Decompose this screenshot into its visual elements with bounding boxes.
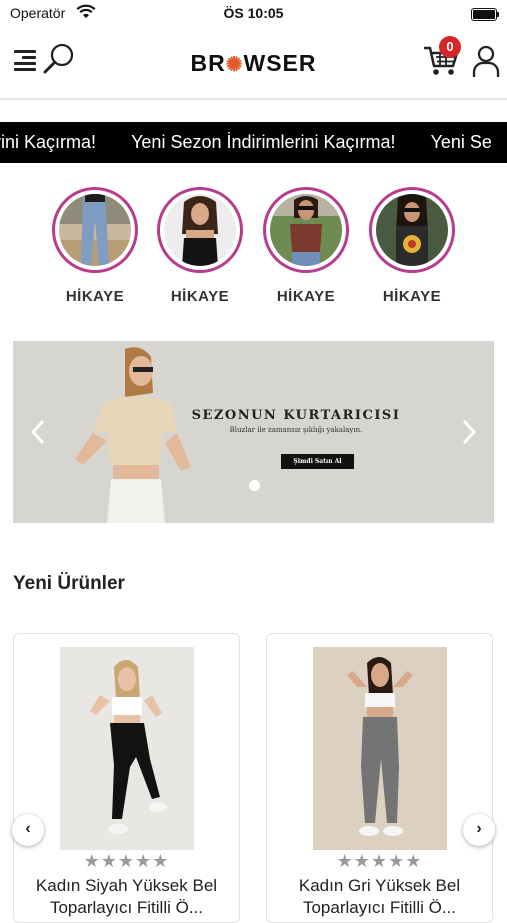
- story-ring: [263, 187, 349, 273]
- cart-count-badge: 0: [439, 36, 461, 58]
- ticker-text: Yeni Se: [430, 132, 492, 152]
- hero-banner[interactable]: SEZONUN KURTARICISI Bluzlar ile zamansız…: [13, 341, 494, 523]
- clock: ÖS 10:05: [223, 5, 284, 21]
- chevron-left-icon: ‹: [25, 820, 31, 837]
- products-prev-button[interactable]: ‹: [12, 814, 44, 846]
- story-item[interactable]: HİKAYE: [49, 187, 141, 305]
- story-ring: [369, 187, 455, 273]
- story-item[interactable]: HİKAYE: [154, 187, 246, 305]
- product-name[interactable]: Kadın Siyah Yüksek Bel: [14, 876, 239, 896]
- ticker-text: Yeni Sezon İndirimlerini Kaçırma!: [131, 132, 396, 152]
- chevron-right-icon: ›: [476, 820, 482, 837]
- section-title: Yeni Ürünler: [13, 573, 125, 594]
- story-image: [270, 194, 342, 266]
- story-image: [376, 194, 448, 266]
- banner-title: SEZONUN KURTARICISI: [191, 408, 401, 423]
- rating-stars: ★★★★★: [83, 851, 170, 871]
- story-item[interactable]: HİKAYE: [260, 187, 352, 305]
- story-label: HİKAYE: [276, 288, 336, 305]
- story-ring: [157, 187, 243, 273]
- product-image: [313, 647, 447, 850]
- story-image: [59, 194, 131, 266]
- banner-next-icon[interactable]: [460, 419, 478, 445]
- products-next-button[interactable]: ›: [463, 814, 495, 846]
- product-name-continued[interactable]: Toparlayıcı Fitilli Ö...: [14, 898, 239, 918]
- story-ring: [52, 187, 138, 273]
- product-card[interactable]: ★★★★★ Kadın Siyah Yüksek Bel Toparlayıcı…: [13, 633, 240, 923]
- battery-icon: [471, 8, 499, 21]
- app-header: BR✺WSER 0: [0, 28, 507, 100]
- ticker-text: erini Kaçırma!: [0, 132, 97, 152]
- banner-cta-button[interactable]: Şimdi Satın Al: [281, 454, 354, 469]
- product-card[interactable]: ★★★★★ Kadın Gri Yüksek Bel Toparlayıcı F…: [266, 633, 493, 923]
- product-image: [60, 647, 194, 850]
- logo-sun-icon: ✺: [225, 54, 244, 76]
- story-label: HİKAYE: [170, 288, 230, 305]
- banner-model-image: [75, 347, 191, 523]
- story-image: [164, 194, 236, 266]
- banner-subtitle: Bluzlar ile zamansız şıklığı yakalayın.: [229, 426, 363, 434]
- promo-ticker[interactable]: erini Kaçırma! Yeni Sezon İndirimlerini …: [0, 122, 507, 163]
- story-item[interactable]: HİKAYE: [366, 187, 458, 305]
- product-name-continued[interactable]: Toparlayıcı Fitilli Ö...: [267, 898, 492, 918]
- banner-pagination-dot[interactable]: [249, 480, 260, 491]
- user-icon[interactable]: [472, 44, 500, 78]
- rating-stars: ★★★★★: [336, 851, 423, 871]
- stories-row: HİKAYE HİKAYE HİKAYE HİKAYE: [0, 187, 507, 317]
- status-bar: Operatör ÖS 10:05: [0, 0, 507, 28]
- story-label: HİKAYE: [65, 288, 125, 305]
- product-name[interactable]: Kadın Gri Yüksek Bel: [267, 876, 492, 896]
- banner-prev-icon[interactable]: [29, 419, 47, 445]
- story-label: HİKAYE: [382, 288, 442, 305]
